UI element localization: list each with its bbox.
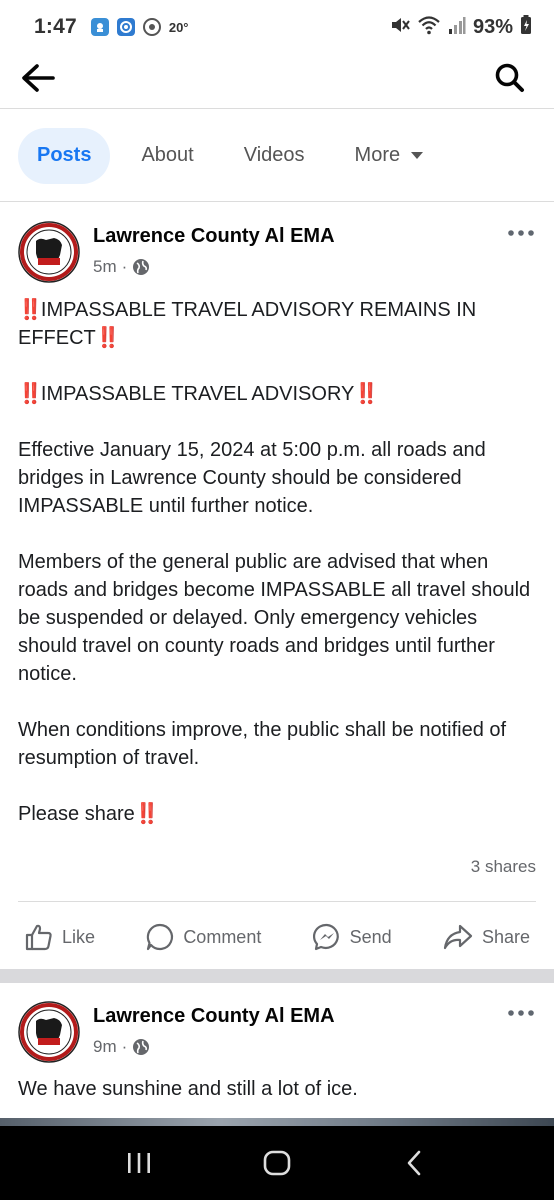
profile-tabs: Posts About Videos More (0, 110, 554, 202)
tab-videos[interactable]: Videos (225, 128, 324, 184)
meta-dot: · (121, 257, 128, 276)
ema-logo-icon (18, 221, 80, 283)
post-paragraph: Effective January 15, 2024 at 5:00 p.m. … (18, 439, 486, 517)
search-button[interactable] (490, 58, 530, 98)
globe-icon (133, 1039, 150, 1055)
status-temperature: 20° (168, 19, 189, 35)
comment-icon (147, 923, 174, 951)
avatar[interactable] (18, 1001, 80, 1063)
recent-apps-button[interactable] (109, 1133, 169, 1193)
share-arrow-icon (443, 924, 473, 950)
comment-label: Comment (183, 926, 262, 947)
share-button[interactable]: Share (442, 922, 530, 952)
post-card: Lawrence County Al EMA 9m · We have suns… (0, 983, 554, 1125)
home-icon (263, 1150, 291, 1176)
post-line: IMPASSABLE TRAVEL ADVISORY (40, 383, 355, 405)
post-paragraph: Please share‼️ (18, 800, 540, 828)
send-label: Send (349, 926, 392, 947)
post-header: Lawrence County Al EMA 9m · (18, 1001, 538, 1065)
page-name[interactable]: Lawrence County Al EMA (93, 225, 335, 248)
chrome-icon (142, 18, 161, 36)
home-button[interactable] (247, 1133, 307, 1193)
battery-icon (520, 14, 532, 40)
double-exclamation-icon: ‼️ (95, 327, 121, 349)
caret-down-icon (411, 151, 424, 159)
like-label: Like (62, 926, 96, 947)
tab-more[interactable]: More (336, 128, 444, 184)
globe-icon (133, 259, 150, 275)
divider (18, 901, 536, 902)
feed-separator (0, 969, 554, 983)
double-exclamation-icon: ‼️ (354, 383, 379, 405)
double-exclamation-icon: ‼️ (18, 299, 43, 321)
tab-label: About (141, 144, 194, 166)
thumbs-up-icon (25, 924, 52, 951)
tab-posts[interactable]: Posts (18, 127, 111, 184)
shares-count[interactable]: 3 shares (471, 857, 536, 877)
post-paragraph: When conditions improve, the public shal… (18, 719, 507, 769)
post-text: We have sunshine and still a lot of ice. (18, 1078, 358, 1100)
post-time[interactable]: 5m (93, 257, 117, 277)
post-paragraph: Members of the general public are advise… (18, 551, 531, 685)
back-button[interactable] (18, 58, 58, 98)
post-image[interactable] (0, 1118, 554, 1126)
camera-app-icon (116, 18, 135, 36)
status-right: 93% (388, 14, 532, 41)
send-button[interactable]: Send (312, 922, 392, 952)
post-header: Lawrence County Al EMA 5m · (18, 221, 538, 285)
post-line: IMPASSABLE TRAVEL ADVISORY REMAINS IN EF… (18, 299, 477, 349)
post-paragraph: ‼️IMPASSABLE TRAVEL ADVISORY‼️ (18, 380, 540, 408)
search-icon (495, 63, 524, 92)
double-exclamation-icon: ‼️ (18, 383, 43, 405)
post-meta: 9m · (93, 1037, 150, 1057)
wifi-icon (417, 14, 441, 41)
tab-label: Videos (243, 144, 305, 166)
more-options-icon[interactable] (506, 1005, 536, 1025)
like-button[interactable]: Like (24, 922, 95, 952)
double-exclamation-icon: ‼️ (134, 803, 160, 825)
signal-icon (448, 15, 466, 40)
status-left: 1:47 20° (34, 15, 189, 39)
post-time[interactable]: 9m (93, 1037, 117, 1057)
status-bar: 1:47 20° 93% (0, 0, 554, 54)
weather-app-icon (90, 18, 109, 36)
meta-dot: · (121, 1037, 128, 1056)
comment-button[interactable]: Comment (145, 922, 261, 952)
chevron-left-icon (407, 1150, 421, 1176)
post-paragraph: ‼️IMPASSABLE TRAVEL ADVISORY REMAINS IN … (18, 296, 540, 352)
avatar[interactable] (18, 221, 80, 283)
battery-percent: 93% (472, 15, 513, 38)
arrow-left-icon (22, 64, 55, 92)
tab-label: Posts (37, 144, 92, 166)
messenger-icon (312, 923, 339, 951)
share-label: Share (481, 926, 530, 947)
post-line: Please share (18, 803, 135, 825)
post-card: Lawrence County Al EMA 5m · ‼️IMPASSABLE… (0, 203, 554, 969)
tab-label: More (354, 144, 401, 166)
back-nav-button[interactable] (385, 1133, 445, 1193)
more-options-icon[interactable] (506, 225, 536, 245)
post-meta: 5m · (93, 257, 150, 277)
post-actions: Like Comment Send Share (0, 913, 554, 961)
post-text: ‼️IMPASSABLE TRAVEL ADVISORY REMAINS IN … (18, 296, 540, 856)
recent-apps-icon (128, 1153, 150, 1173)
ema-logo-icon (18, 1001, 80, 1063)
status-time: 1:47 (34, 15, 77, 38)
system-navigation-bar (0, 1126, 554, 1200)
page-name[interactable]: Lawrence County Al EMA (93, 1005, 335, 1028)
top-navigation (0, 54, 554, 109)
tab-about[interactable]: About (122, 128, 212, 184)
mute-icon (388, 14, 410, 41)
